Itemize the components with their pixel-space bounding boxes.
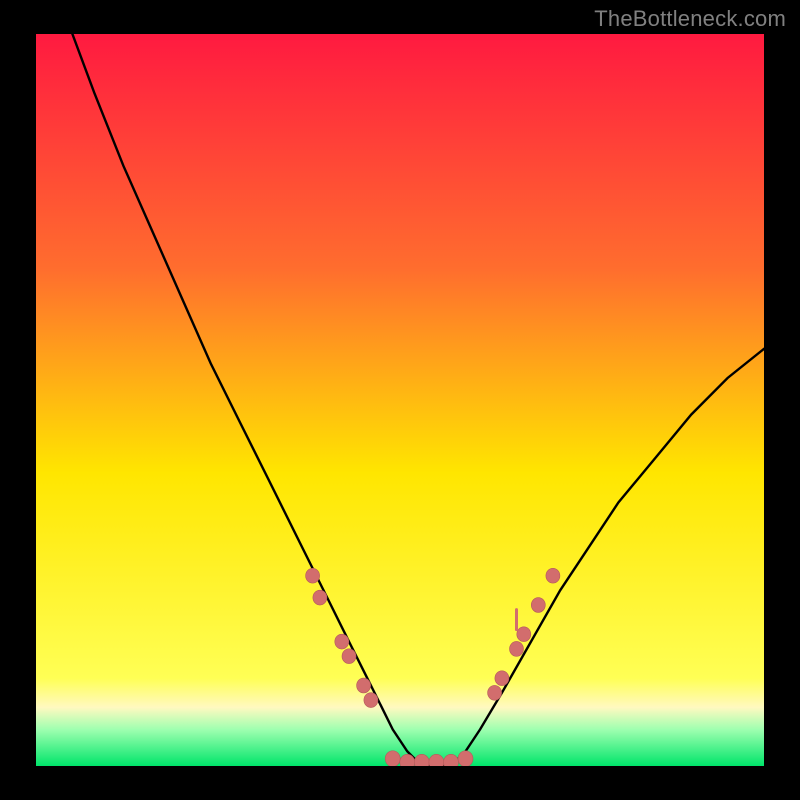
bottleneck-chart	[36, 34, 764, 766]
data-marker	[546, 568, 560, 583]
data-marker	[335, 634, 349, 649]
data-marker	[306, 568, 320, 583]
data-marker	[495, 671, 509, 686]
data-marker	[531, 598, 545, 613]
watermark-label: TheBottleneck.com	[594, 6, 786, 32]
data-marker	[364, 693, 378, 708]
data-marker	[517, 627, 531, 642]
data-marker	[313, 590, 327, 605]
data-marker	[488, 685, 502, 700]
data-marker	[510, 641, 524, 656]
data-marker	[458, 751, 473, 766]
data-marker	[385, 751, 400, 766]
plot-area	[36, 34, 764, 766]
chart-frame: TheBottleneck.com	[0, 0, 800, 800]
data-marker	[342, 649, 356, 664]
gradient-background	[36, 34, 764, 766]
data-marker	[357, 678, 371, 693]
